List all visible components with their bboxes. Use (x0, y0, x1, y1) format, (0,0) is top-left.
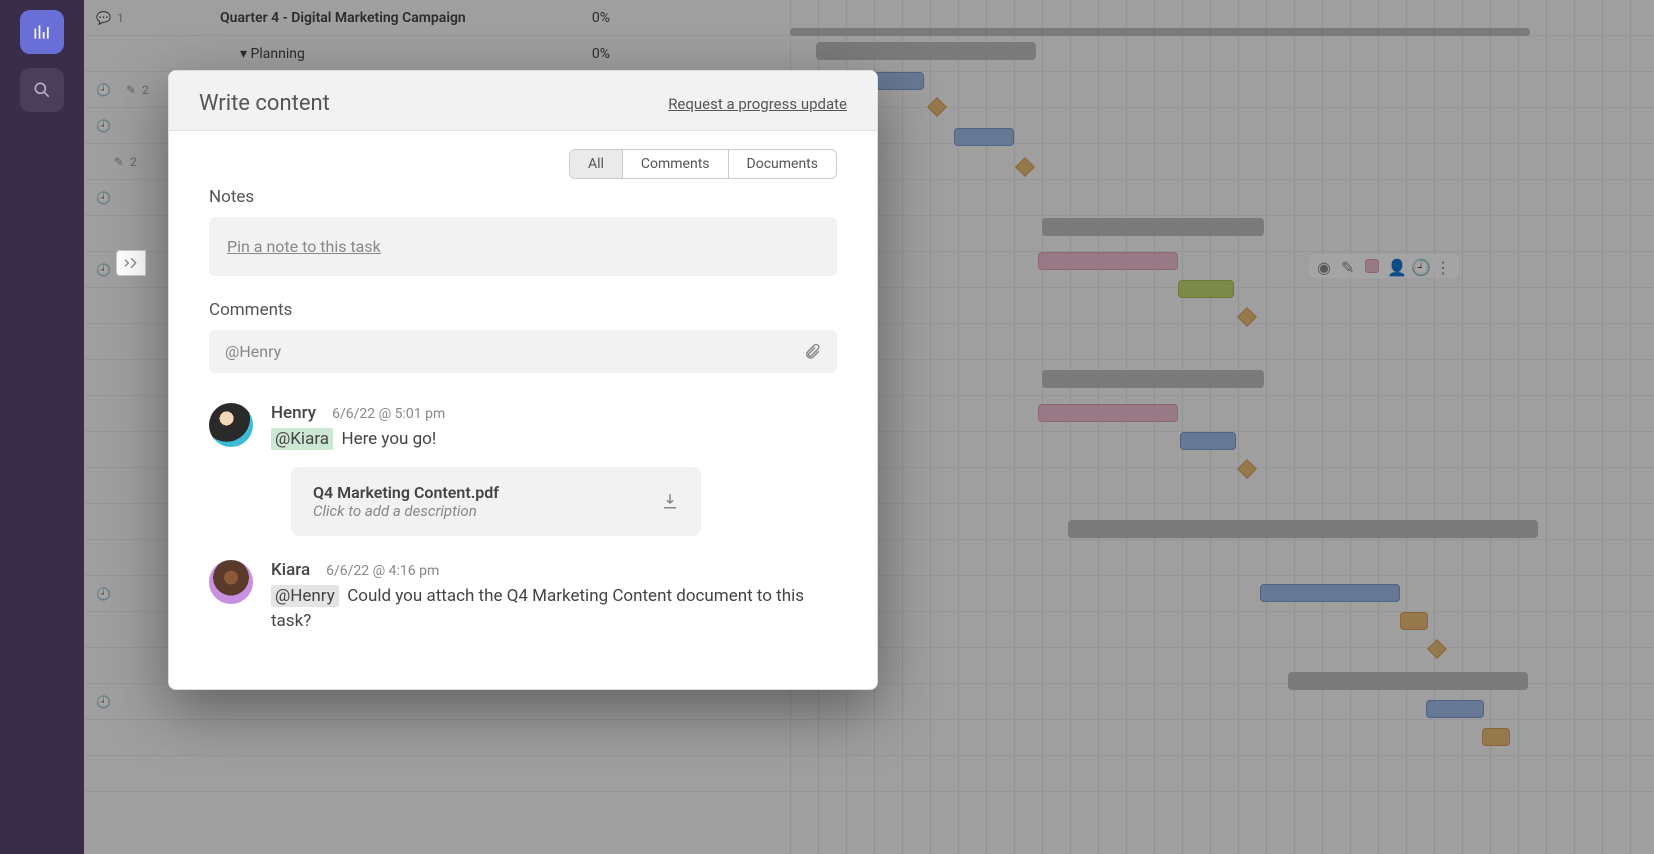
app-sidebar (0, 0, 84, 854)
comment-text: Here you go! (341, 429, 436, 449)
mention[interactable]: @Henry (271, 585, 339, 607)
tab-documents[interactable]: Documents (728, 150, 836, 178)
gantt-icon-button[interactable] (20, 10, 64, 54)
tab-comments[interactable]: Comments (622, 150, 728, 178)
search-icon-button[interactable] (20, 68, 64, 112)
avatar (209, 560, 253, 604)
file-description[interactable]: Click to add a description (313, 502, 499, 520)
notes-box[interactable]: Pin a note to this task (209, 217, 837, 276)
comment-time: 6/6/22 @ 5:01 pm (332, 406, 445, 422)
comment-time: 6/6/22 @ 4:16 pm (326, 563, 439, 579)
avatar (209, 403, 253, 447)
notes-label: Notes (209, 187, 837, 207)
side-handle[interactable] (116, 250, 146, 276)
tab-all[interactable]: All (570, 150, 622, 178)
comment-author: Kiara (271, 560, 310, 580)
download-icon[interactable] (661, 492, 679, 510)
file-name: Q4 Marketing Content.pdf (313, 483, 499, 502)
request-progress-link[interactable]: Request a progress update (668, 95, 847, 113)
pin-note-link[interactable]: Pin a note to this task (227, 237, 381, 256)
attachment-card[interactable]: Q4 Marketing Content.pdf Click to add a … (291, 467, 701, 536)
comment-item: Henry 6/6/22 @ 5:01 pm @Kiara Here you g… (209, 403, 837, 536)
tab-segment: All Comments Documents (569, 149, 837, 179)
comment-author: Henry (271, 403, 316, 423)
comment-item: Kiara 6/6/22 @ 4:16 pm @Henry Could you … (209, 560, 837, 635)
comment-input[interactable]: @Henry (209, 330, 837, 373)
comment-placeholder: @Henry (225, 342, 281, 361)
modal-header: Write content Request a progress update (169, 71, 877, 131)
comment-text: Could you attach the Q4 Marketing Conten… (271, 586, 804, 632)
comments-label: Comments (209, 300, 837, 320)
modal-title: Write content (199, 91, 330, 116)
mention[interactable]: @Kiara (271, 428, 333, 450)
attach-icon[interactable] (803, 343, 821, 361)
task-detail-modal: Write content Request a progress update … (168, 70, 878, 690)
